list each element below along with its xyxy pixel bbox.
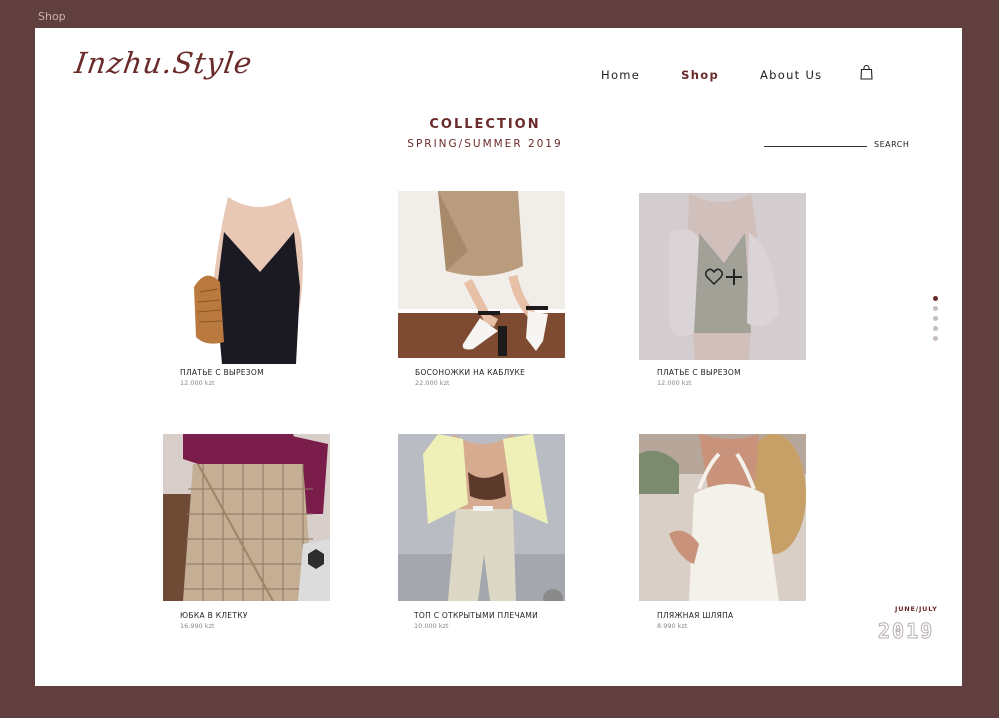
product-name: ЮБКА В КЛЕТКУ [180,611,248,620]
product-price: 12.000 kzt [180,379,215,387]
product-image-plaid-skirt[interactable] [163,434,330,601]
nav-home-link[interactable]: Home [601,68,640,82]
product-image-black-dress[interactable] [176,197,343,364]
product-price: 10.000 kzt [414,622,449,630]
pager-dot[interactable] [933,296,938,301]
product-name: БОСОНОЖКИ НА КАБЛУКЕ [415,368,526,377]
product-image-beach-hat[interactable] [639,434,806,601]
search-button[interactable]: SEARCH [874,140,909,149]
product-card[interactable]: ПЛАТЬЕ С ВЫРЕЗОМ 12.000 kzt [176,197,343,387]
product-card[interactable]: ТОП С ОТКРЫТЫМИ ПЛЕЧАМИ 10.000 kzt [398,434,565,630]
product-card[interactable]: ПЛАТЬЕ С ВЫРЕЗОМ 12.000 kzt [639,193,806,387]
product-price: 8.990 kzt [657,622,688,630]
carousel-pager [933,296,938,346]
plus-icon [726,269,742,285]
pager-dot[interactable] [933,336,938,341]
season-label: JUNE/JULY [895,605,938,613]
search-input[interactable] [764,146,867,147]
product-price: 12.000 kzt [657,379,692,387]
product-image-off-shoulder-top[interactable] [398,434,565,601]
pager-dot[interactable] [933,316,938,321]
product-image-olive-dress[interactable] [639,193,806,360]
brand-logo[interactable]: Inzhu.Style [73,46,255,80]
nav-shop-link[interactable]: Shop [681,68,719,82]
product-price: 16.990 kzt [180,622,215,630]
collection-subtitle: SPRING/SUMMER 2019 [407,138,563,150]
cart-icon[interactable] [860,64,873,85]
main-nav: Home Shop About Us [601,64,873,82]
nav-about-link[interactable]: About Us [760,68,822,82]
quick-actions [705,268,745,286]
product-card[interactable]: БОСОНОЖКИ НА КАБЛУКЕ 22.000 kzt [398,191,565,387]
collection-title: COLLECTION [429,117,541,132]
pager-dot[interactable] [933,306,938,311]
product-name: ПЛАТЬЕ С ВЫРЕЗОМ [657,368,741,377]
heart-icon [705,268,724,286]
product-name: ТОП С ОТКРЫТЫМИ ПЛЕЧАМИ [414,611,539,620]
product-card[interactable]: ПЛЯЖНАЯ ШЛЯПА 8.990 kzt [639,434,806,630]
pager-dot[interactable] [933,326,938,331]
product-card[interactable]: ЮБКА В КЛЕТКУ 16.990 kzt [163,434,330,630]
product-image-heels[interactable] [398,191,565,358]
shop-page: Inzhu.Style Home Shop About Us COLLECTIO… [35,28,962,686]
window-title: Shop [38,10,66,23]
season-year: 2019 [877,619,935,644]
product-price: 22.000 kzt [415,379,450,387]
product-name: ПЛАТЬЕ С ВЫРЕЗОМ [180,368,264,377]
product-name: ПЛЯЖНАЯ ШЛЯПА [657,611,734,620]
